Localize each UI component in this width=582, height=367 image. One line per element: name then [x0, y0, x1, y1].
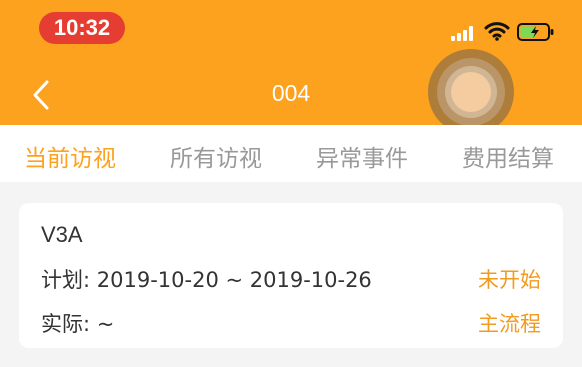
actual-label: 实际:: [41, 312, 91, 336]
nav-header: 10:32 004: [0, 0, 582, 135]
visit-code: V3A: [41, 222, 83, 247]
status-time: 10:32: [39, 12, 125, 44]
tab-adverse-events[interactable]: 异常事件: [316, 139, 408, 173]
plan-row: 计划: 2019-10-20 ~ 2019-10-26: [41, 264, 372, 294]
visit-tabs: 当前访视 所有访视 异常事件 费用结算: [0, 125, 582, 182]
plan-label: 计划:: [41, 268, 91, 292]
tab-expense-settlement[interactable]: 费用结算: [462, 139, 554, 173]
plan-date-range: 2019-10-20 ~ 2019-10-26: [96, 268, 372, 292]
tab-all-visits[interactable]: 所有访视: [170, 139, 262, 173]
cellular-signal-icon: [451, 25, 477, 41]
actual-row: 实际: ~: [41, 308, 114, 338]
visit-card[interactable]: V3A 计划: 2019-10-20 ~ 2019-10-26 未开始 实际: …: [19, 203, 563, 348]
actual-date-range: ~: [96, 312, 115, 336]
assistive-touch-button[interactable]: [428, 49, 514, 135]
battery-charging-icon: [517, 22, 555, 42]
tab-current-visit[interactable]: 当前访视: [24, 139, 116, 173]
visit-status: 未开始: [478, 268, 541, 292]
wifi-icon: [484, 21, 510, 41]
visit-process: 主流程: [478, 312, 541, 336]
